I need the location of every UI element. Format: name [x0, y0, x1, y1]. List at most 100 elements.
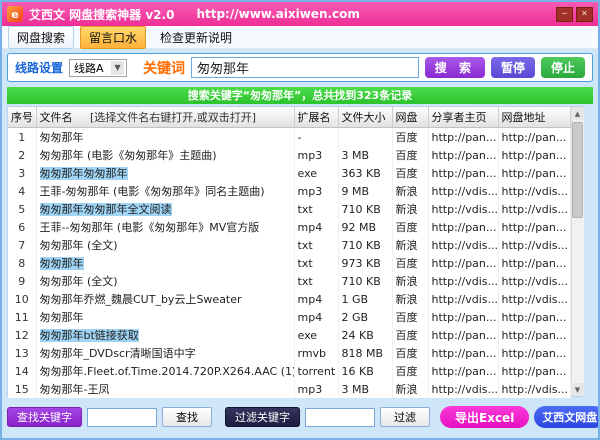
cell-addr[interactable]: http://pan... [498, 218, 570, 236]
filter-button[interactable]: 过滤 [380, 407, 430, 427]
cell-name[interactable]: 匆匆那年 (全文) [36, 272, 294, 290]
cell-home[interactable]: http://pan... [428, 254, 498, 272]
cell-home[interactable]: http://vdis... [428, 182, 498, 200]
export-excel-button[interactable]: 导出Excel [440, 406, 529, 428]
cell-disk: 百度 [392, 128, 428, 147]
stop-button[interactable]: 停止 [541, 57, 585, 78]
table-row[interactable]: 11匆匆那年mp42 GB百度http://pan...http://pan..… [8, 308, 570, 326]
cell-home[interactable]: http://pan... [428, 308, 498, 326]
highlighted-filename[interactable]: 匆匆那年bt链接获取 [40, 329, 139, 342]
cell-addr[interactable]: http://vdis... [498, 200, 570, 218]
cell-name[interactable]: 匆匆那年 [36, 128, 294, 147]
table-row[interactable]: 6王菲--匆匆那年 (电影《匆匆那年》MV官方版mp492 MB百度http:/… [8, 218, 570, 236]
table-row[interactable]: 5匆匆那年匆匆那年全文阅读txt710 KB新浪http://vdis...ht… [8, 200, 570, 218]
cell-home[interactable]: http://pan... [428, 164, 498, 182]
cell-disk: 百度 [392, 326, 428, 344]
aixiwen-netdisk-button[interactable]: 艾西文网盘 [534, 406, 600, 428]
cell-home[interactable]: http://pan... [428, 146, 498, 164]
cell-name[interactable]: 匆匆那年匆匆那年全文阅读 [36, 200, 294, 218]
cell-name[interactable]: 匆匆那年bt链接获取 [36, 326, 294, 344]
cell-size: 92 MB [338, 218, 392, 236]
cell-addr[interactable]: http://pan... [498, 254, 570, 272]
cell-home[interactable]: http://vdis... [428, 272, 498, 290]
col-header-index[interactable]: 序号 [8, 107, 36, 128]
table-row[interactable]: 10匆匆那年乔燃_魏晨CUT_by云上Sweatermp41 GB新浪http:… [8, 290, 570, 308]
tab-netdisk-search[interactable]: 网盘搜索 [8, 26, 74, 49]
cell-home[interactable]: http://vdis... [428, 200, 498, 218]
pause-button[interactable]: 暂停 [491, 57, 535, 78]
cell-addr[interactable]: http://vdis... [498, 290, 570, 308]
cell-no: 5 [8, 200, 36, 218]
table-row[interactable]: 12匆匆那年bt链接获取exe24 KB百度http://pan...http:… [8, 326, 570, 344]
highlighted-filename[interactable]: 匆匆那年匆匆那年全文阅读 [40, 203, 172, 216]
highlighted-filename[interactable]: 匆匆那年匆匆那年 [40, 167, 128, 180]
cell-name[interactable]: 匆匆那年匆匆那年 [36, 164, 294, 182]
cell-home[interactable]: http://pan... [428, 326, 498, 344]
table-row[interactable]: 14匆匆那年.Fleet.of.Time.2014.720P.X264.AAC … [8, 362, 570, 380]
scroll-down-icon[interactable]: ▼ [571, 383, 584, 396]
cell-name[interactable]: 王菲--匆匆那年 (电影《匆匆那年》MV官方版 [36, 218, 294, 236]
tab-message-board[interactable]: 留言口水 [80, 26, 146, 49]
cell-addr[interactable]: http://pan... [498, 128, 570, 147]
col-header-extension[interactable]: 扩展名 [294, 107, 338, 128]
cell-home[interactable]: http://vdis... [428, 290, 498, 308]
col-header-netdisk[interactable]: 网盘 [392, 107, 428, 128]
search-button[interactable]: 搜 索 [425, 57, 485, 78]
col-header-filesize[interactable]: 文件大小 [338, 107, 392, 128]
cell-name[interactable]: 匆匆那年乔燃_魏晨CUT_by云上Sweater [36, 290, 294, 308]
cell-addr[interactable]: http://vdis... [498, 236, 570, 254]
cell-home[interactable]: http://vdis... [428, 236, 498, 254]
cell-addr[interactable]: http://vdis... [498, 380, 570, 398]
cell-name[interactable]: 匆匆那年-王凤 [36, 380, 294, 398]
close-button[interactable]: ✕ [576, 7, 593, 22]
cell-ext: mp4 [294, 290, 338, 308]
table-row[interactable]: 3匆匆那年匆匆那年exe363 KB百度http://pan...http://… [8, 164, 570, 182]
table-row[interactable]: 9匆匆那年 (全文)txt710 KB新浪http://vdis...http:… [8, 272, 570, 290]
find-keyword-input[interactable] [87, 408, 157, 427]
filter-keyword-input[interactable] [305, 408, 375, 427]
find-button[interactable]: 查找 [162, 407, 212, 427]
col-header-sharer-home[interactable]: 分享者主页 [428, 107, 498, 128]
cell-addr[interactable]: http://pan... [498, 344, 570, 362]
keyword-label: 关键词 [143, 58, 185, 78]
line-select[interactable]: 线路A ▼ [69, 59, 127, 77]
cell-name[interactable]: 匆匆那年 (全文) [36, 236, 294, 254]
cell-name[interactable]: 匆匆那年_DVDscr清晰国语中字 [36, 344, 294, 362]
scrollbar-thumb[interactable] [572, 122, 583, 218]
cell-name[interactable]: 匆匆那年.Fleet.of.Time.2014.720P.X264.AAC (1… [36, 362, 294, 380]
highlighted-filename[interactable]: 匆匆那年 [40, 257, 84, 270]
cell-addr[interactable]: http://pan... [498, 164, 570, 182]
table-row[interactable]: 13匆匆那年_DVDscr清晰国语中字rmvb818 MB百度http://pa… [8, 344, 570, 362]
cell-addr[interactable]: http://pan... [498, 146, 570, 164]
cell-name[interactable]: 王菲-匆匆那年 (电影《匆匆那年》同名主题曲) [36, 182, 294, 200]
table-row[interactable]: 1匆匆那年-百度http://pan...http://pan... [8, 128, 570, 147]
cell-addr[interactable]: http://vdis... [498, 272, 570, 290]
table-row[interactable]: 7匆匆那年 (全文)txt710 KB新浪http://vdis...http:… [8, 236, 570, 254]
table-row[interactable]: 15匆匆那年-王凤mp33 MB新浪http://vdis...http://v… [8, 380, 570, 398]
cell-home[interactable]: http://pan... [428, 218, 498, 236]
cell-name[interactable]: 匆匆那年 (电影《匆匆那年》主题曲) [36, 146, 294, 164]
cell-addr[interactable]: http://pan... [498, 308, 570, 326]
cell-home[interactable]: http://pan... [428, 128, 498, 147]
keyword-input[interactable] [191, 57, 419, 78]
col-header-filename[interactable]: 文件名 [选择文件名右键打开,或双击打开] [36, 107, 294, 128]
cell-addr[interactable]: http://pan... [498, 362, 570, 380]
scroll-up-icon[interactable]: ▲ [571, 107, 584, 120]
table-row[interactable]: 8匆匆那年txt973 KB百度http://pan...http://pan.… [8, 254, 570, 272]
col-header-netdisk-url[interactable]: 网盘地址 [498, 107, 570, 128]
cell-addr[interactable]: http://pan... [498, 326, 570, 344]
cell-addr[interactable]: http://vdis... [498, 182, 570, 200]
cell-home[interactable]: http://vdis... [428, 380, 498, 398]
find-keyword-button[interactable]: 查找关键字 [7, 407, 82, 427]
cell-disk: 百度 [392, 362, 428, 380]
cell-home[interactable]: http://pan... [428, 362, 498, 380]
table-row[interactable]: 2匆匆那年 (电影《匆匆那年》主题曲)mp33 MB百度http://pan..… [8, 146, 570, 164]
table-row[interactable]: 4王菲-匆匆那年 (电影《匆匆那年》同名主题曲)mp39 MB新浪http://… [8, 182, 570, 200]
cell-name[interactable]: 匆匆那年 [36, 254, 294, 272]
filter-keyword-button[interactable]: 过滤关键字 [225, 407, 300, 427]
vertical-scrollbar[interactable]: ▲ ▼ [571, 107, 584, 396]
cell-home[interactable]: http://pan... [428, 344, 498, 362]
cell-name[interactable]: 匆匆那年 [36, 308, 294, 326]
minimize-button[interactable]: ─ [556, 7, 573, 22]
menu-check-update-notes[interactable]: 检查更新说明 [152, 27, 240, 48]
